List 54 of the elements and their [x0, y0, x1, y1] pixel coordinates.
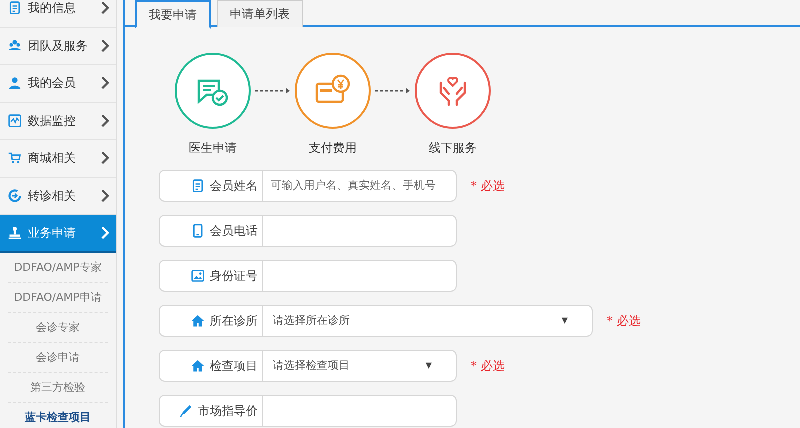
field-label: 身份证号 — [210, 268, 258, 285]
cart-icon — [8, 151, 22, 166]
pen-icon — [179, 404, 193, 418]
chevron-right-icon — [101, 188, 110, 203]
chevron-right-icon — [101, 76, 110, 90]
chart-icon — [8, 114, 22, 128]
step-label: 支付费用 — [309, 140, 357, 157]
chevron-right-icon — [101, 226, 110, 240]
required-note: * 必选 — [607, 313, 641, 330]
text-field[interactable]: 身份证号 — [159, 260, 457, 292]
text-field[interactable]: 市场指导价 — [159, 395, 457, 427]
circular-arrow-icon — [8, 188, 22, 203]
people-icon — [8, 38, 22, 53]
document-icon — [8, 1, 22, 16]
caret-icon: ▼ — [562, 315, 568, 327]
sidebar-item[interactable]: 我的信息 — [0, 0, 116, 28]
select-field[interactable]: 所在诊所 请选择所在诊所 ▼ — [159, 305, 593, 337]
submenu-item[interactable]: 会诊专家 — [8, 312, 108, 342]
submenu-item[interactable]: 蓝卡检查项目 — [8, 402, 108, 428]
caret-icon: ▼ — [426, 360, 432, 372]
sidebar-item[interactable]: 数据监控 — [0, 102, 116, 140]
image-icon — [191, 269, 205, 283]
field-label: 检查项目 — [210, 358, 258, 375]
phone-icon — [191, 224, 205, 238]
sidebar-item[interactable]: 业务申请 — [0, 215, 116, 252]
sidebar-item[interactable]: 转诊相关 — [0, 178, 116, 215]
tab[interactable]: 我要申请 — [135, 0, 211, 29]
chevron-right-icon — [101, 151, 110, 166]
required-note: * 必选 — [471, 358, 505, 375]
field-label: 市场指导价 — [198, 403, 258, 420]
field-label: 所在诊所 — [210, 313, 258, 330]
chevron-right-icon — [101, 114, 110, 128]
input-field[interactable]: 可输入用户名、真实姓名、手机号 — [263, 171, 456, 201]
chevron-right-icon — [101, 1, 110, 16]
submenu-item[interactable]: 第三方检验 — [8, 372, 108, 402]
home-icon — [191, 359, 205, 373]
step-label: 医生申请 — [189, 140, 237, 157]
required-note: * 必选 — [471, 178, 505, 195]
field-label: 会员姓名 — [210, 178, 258, 195]
submenu-item[interactable]: 会诊申请 — [8, 342, 108, 372]
field-label: 会员电话 — [210, 223, 258, 240]
submenu-item[interactable]: DDFAO/AMP专家 — [8, 252, 108, 282]
tab[interactable]: 申请单列表 — [217, 0, 303, 27]
document-icon — [191, 179, 205, 193]
step-label: 线下服务 — [429, 140, 477, 157]
home-icon — [191, 314, 205, 328]
submenu-item[interactable]: DDFAO/AMP申请 — [8, 282, 108, 312]
text-field[interactable]: 会员姓名 可输入用户名、真实姓名、手机号 — [159, 170, 457, 202]
text-field[interactable]: 会员电话 — [159, 215, 457, 247]
user-icon — [8, 76, 22, 90]
chevron-right-icon — [101, 38, 110, 53]
select-field[interactable]: 检查项目 请选择检查项目 ▼ — [159, 350, 457, 382]
sidebar-item[interactable]: 团队及服务 — [0, 28, 116, 65]
stamp-icon — [8, 226, 22, 240]
